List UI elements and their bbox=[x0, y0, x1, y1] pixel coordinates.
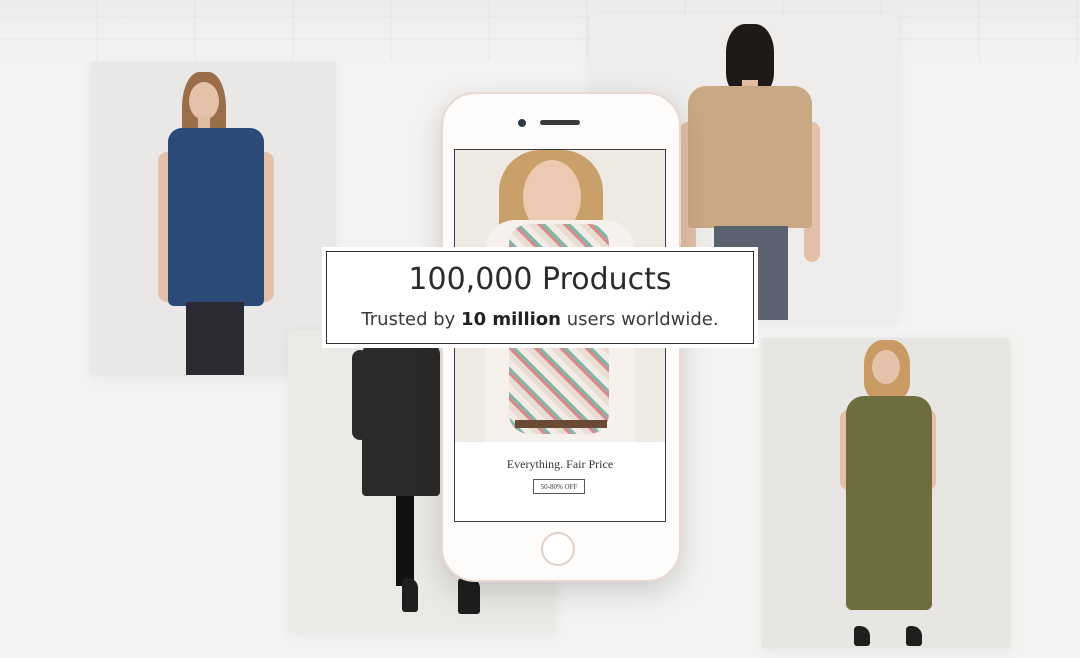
model-figure bbox=[150, 70, 290, 375]
home-button[interactable] bbox=[541, 532, 575, 566]
model-figure bbox=[840, 340, 940, 648]
earpiece-speaker bbox=[540, 120, 580, 125]
subline-emphasis: 10 million bbox=[461, 309, 561, 330]
hero-subline: Trusted by 10 million users worldwide. bbox=[327, 309, 753, 330]
subline-prefix: Trusted by bbox=[361, 309, 462, 330]
tagline-text: Everything. Fair Price bbox=[506, 457, 614, 471]
front-camera bbox=[518, 119, 526, 127]
product-photo-navy-top bbox=[90, 62, 336, 375]
hero-banner: 100,000 Products Trusted by 10 million u… bbox=[323, 248, 757, 347]
hero-headline: 100,000 Products bbox=[408, 262, 672, 297]
subline-suffix: users worldwide. bbox=[560, 309, 719, 330]
discount-badge[interactable]: 50-80% OFF bbox=[533, 479, 585, 494]
product-photo-olive-dress bbox=[762, 338, 1010, 648]
brick-wall-backdrop bbox=[0, 0, 1080, 60]
